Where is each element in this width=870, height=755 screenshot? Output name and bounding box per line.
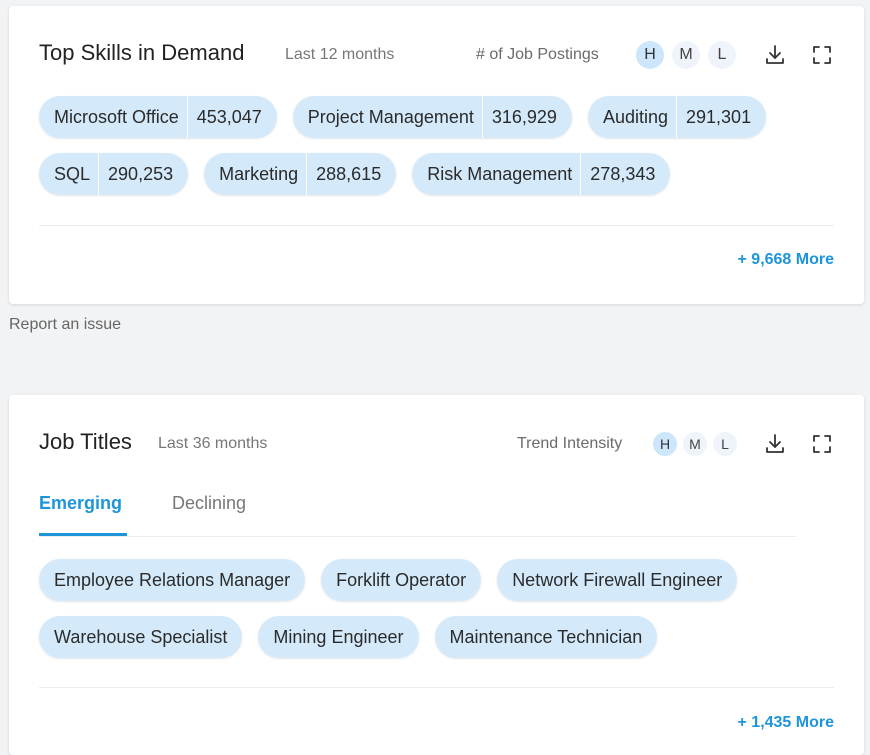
skill-count: 290,253 (98, 153, 188, 195)
tab-declining[interactable]: Declining (172, 493, 246, 514)
fullscreen-icon[interactable] (810, 432, 834, 456)
level-high-button[interactable]: H (636, 41, 664, 69)
skills-row-1: Microsoft Office 453,047 Project Managem… (39, 96, 767, 138)
skill-name: Marketing (219, 163, 299, 184)
skill-chip[interactable]: Microsoft Office 453,047 (39, 96, 277, 138)
skills-more-link[interactable]: + 9,668 More (738, 251, 835, 269)
job-title-chip[interactable]: Forklift Operator (321, 559, 482, 601)
active-tab-indicator (39, 533, 127, 536)
job-titles-more-link[interactable]: + 1,435 More (738, 714, 835, 732)
skill-chip[interactable]: Risk Management 278,343 (412, 153, 671, 195)
skill-count: 288,615 (306, 153, 396, 195)
trend-intensity-label: Trend Intensity (517, 435, 623, 452)
skill-count: 316,929 (481, 96, 572, 138)
job-title-chip[interactable]: Network Firewall Engineer (497, 559, 738, 601)
job-titles-card-period: Last 36 months (158, 435, 268, 452)
download-icon[interactable] (763, 432, 787, 456)
level-medium-button[interactable]: M (683, 432, 707, 456)
download-icon[interactable] (763, 43, 787, 67)
skill-name: Project Management (307, 106, 474, 127)
skill-count: 453,047 (186, 96, 277, 138)
job-titles-row-1: Employee Relations Manager Forklift Oper… (39, 559, 738, 601)
job-titles-divider (39, 687, 834, 688)
skill-chip[interactable]: SQL 290,253 (39, 153, 189, 195)
skill-count: 291,301 (676, 96, 766, 138)
skills-card-title: Top Skills in Demand (39, 40, 245, 65)
level-low-button[interactable]: L (713, 432, 737, 456)
job-titles-row-2: Warehouse Specialist Mining Engineer Mai… (39, 616, 658, 658)
skill-name: Risk Management (427, 163, 573, 184)
job-title-chip[interactable]: Maintenance Technician (434, 616, 658, 658)
job-titles-card-title: Job Titles (39, 429, 132, 454)
level-medium-button[interactable]: M (672, 41, 700, 69)
tab-emerging[interactable]: Emerging (39, 493, 122, 514)
fullscreen-icon[interactable] (810, 43, 834, 67)
skill-chip[interactable]: Project Management 316,929 (292, 96, 572, 138)
skills-card-period: Last 12 months (285, 46, 395, 63)
job-title-chip[interactable]: Mining Engineer (258, 616, 419, 658)
level-high-button[interactable]: H (653, 432, 677, 456)
skill-name: Microsoft Office (54, 106, 179, 127)
skills-divider (39, 225, 834, 226)
skill-count: 278,343 (580, 153, 670, 195)
skill-name: Auditing (602, 106, 669, 127)
job-title-chip[interactable]: Employee Relations Manager (39, 559, 306, 601)
skill-chip[interactable]: Auditing 291,301 (587, 96, 767, 138)
skill-name: SQL (54, 163, 91, 184)
report-issue-link[interactable]: Report an issue (9, 316, 121, 334)
skills-card: Top Skills in Demand Last 12 months # of… (9, 6, 864, 304)
skills-row-2: SQL 290,253 Marketing 288,615 Risk Manag… (39, 153, 671, 195)
tabs-divider (39, 536, 796, 537)
job-titles-card: Job Titles Last 36 months Trend Intensit… (9, 395, 864, 755)
level-low-button[interactable]: L (708, 41, 736, 69)
skills-metric-label: # of Job Postings (476, 46, 599, 63)
job-title-chip[interactable]: Warehouse Specialist (39, 616, 243, 658)
skill-chip[interactable]: Marketing 288,615 (204, 153, 397, 195)
